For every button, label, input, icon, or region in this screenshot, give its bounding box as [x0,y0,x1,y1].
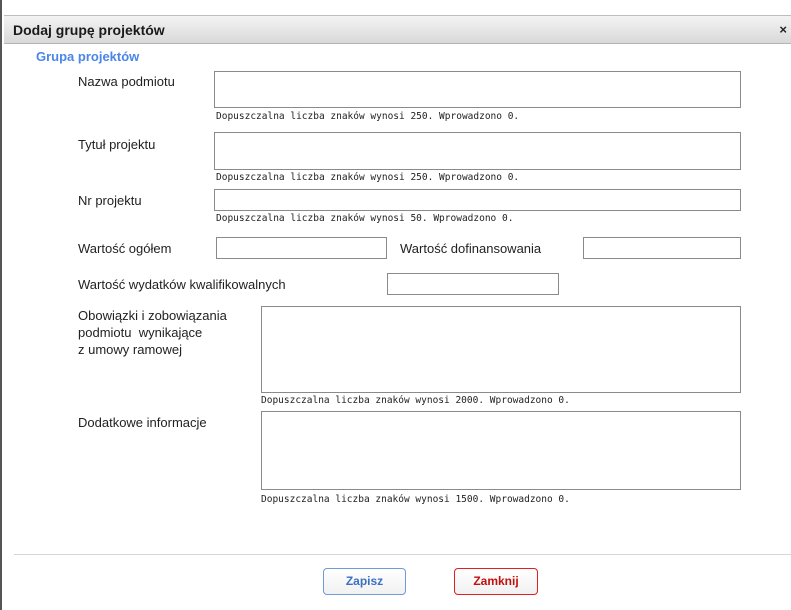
nazwa-podmiotu-label: Nazwa podmiotu [78,74,175,89]
window-top-edge [2,0,791,8]
nazwa-podmiotu-field[interactable] [214,71,741,108]
dialog-titlebar: Dodaj grupę projektów × [4,15,791,44]
dodatkowe-informacje-label: Dodatkowe informacje [78,415,207,430]
obowiazki-hint: Dopuszczalna liczba znaków wynosi 2000. … [261,395,570,406]
nr-projektu-label: Nr projektu [78,193,142,208]
tytul-projektu-hint: Dopuszczalna liczba znaków wynosi 250. W… [216,172,520,183]
obowiazki-field[interactable] [261,306,741,393]
wartosc-dofinansowania-field[interactable] [583,237,741,259]
obowiazki-label: Obowiązki i zobowiązania podmiotu wynika… [78,307,227,358]
nr-projektu-field[interactable] [214,189,741,211]
obowiazki-label-line1: Obowiązki i zobowiązania [78,308,227,323]
dodatkowe-informacje-field[interactable] [261,411,741,490]
save-button[interactable]: Zapisz [323,568,406,595]
dialog-title: Dodaj grupę projektów [13,22,165,38]
wartosc-ogolem-field[interactable] [216,237,387,259]
dodatkowe-informacje-hint: Dopuszczalna liczba znaków wynosi 1500. … [261,494,570,505]
wartosc-wydatkow-field[interactable] [387,273,559,295]
tytul-projektu-field[interactable] [214,132,741,170]
nr-projektu-hint: Dopuszczalna liczba znaków wynosi 50. Wp… [216,213,514,224]
add-project-group-dialog: Dodaj grupę projektów × Grupa projektów … [0,0,791,610]
wartosc-wydatkow-label: Wartość wydatków kwalifikowalnych [78,277,286,292]
nazwa-podmiotu-hint: Dopuszczalna liczba znaków wynosi 250. W… [216,111,520,122]
close-button[interactable]: Zamknij [454,568,538,595]
footer-divider [14,554,791,555]
tytul-projektu-label: Tytuł projektu [78,137,156,152]
obowiazki-label-line2: podmiotu wynikające [78,325,203,340]
obowiazki-label-line3: z umowy ramowej [78,342,183,357]
section-title: Grupa projektów [36,49,140,64]
wartosc-dofinansowania-label: Wartość dofinansowania [400,241,542,256]
wartosc-ogolem-label: Wartość ogółem [78,241,172,256]
close-icon[interactable]: × [779,22,787,37]
